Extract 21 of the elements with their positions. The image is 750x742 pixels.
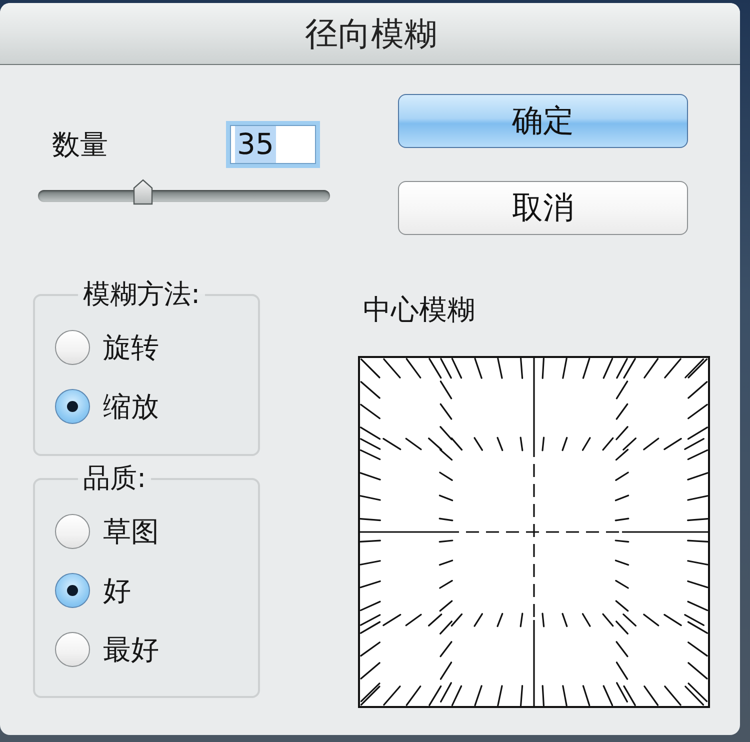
amount-label: 数量 [52,128,108,162]
ok-button[interactable]: 确定 [398,94,688,148]
radio-button[interactable] [55,573,90,608]
amount-slider[interactable] [38,179,330,205]
preview-title: 中心模糊 [363,293,475,327]
option-label: 缩放 [103,390,159,424]
radio-button[interactable] [55,514,90,549]
option-label: 好 [103,574,131,608]
option-label: 最好 [103,632,159,666]
option-label: 旋转 [103,330,159,364]
zoom-blur-preview-drawing[interactable] [358,356,710,708]
group-title: 模糊方法: [82,280,202,310]
window-title: 径向模糊 [305,14,437,54]
radio-button[interactable] [55,632,90,667]
slider-thumb[interactable] [133,179,154,205]
radio-button[interactable] [55,330,90,365]
option-label: 草图 [103,514,159,548]
radio-button[interactable] [55,389,90,424]
group-title: 品质: [82,464,148,494]
amount-field[interactable]: 35 [226,121,320,168]
cancel-button[interactable]: 取消 [398,181,688,235]
